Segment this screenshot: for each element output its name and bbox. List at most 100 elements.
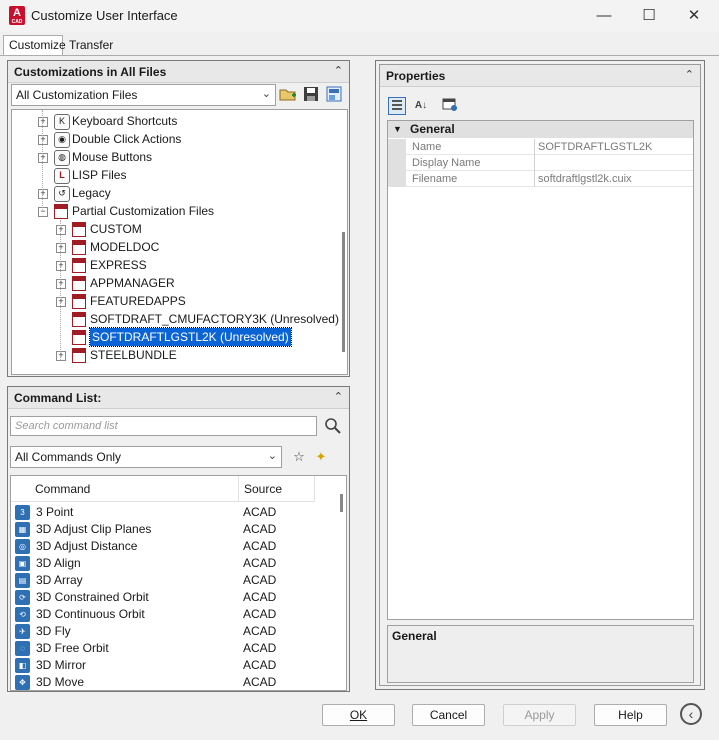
tab-divider bbox=[0, 55, 719, 56]
command-name: 3D Array bbox=[36, 573, 83, 587]
close-button[interactable]: ✕ bbox=[672, 4, 716, 28]
tab-customize[interactable]: Customize bbox=[3, 35, 66, 55]
command-icon: ▦ bbox=[15, 522, 30, 537]
tree-scrollbar-thumb[interactable] bbox=[342, 232, 345, 352]
tree-item[interactable]: + K Keyboard Shortcuts bbox=[12, 112, 337, 130]
title-bar: A CAD Customize User Interface — ☐ ✕ bbox=[0, 0, 719, 32]
collapse-chevron-icon[interactable]: ⌃ bbox=[334, 390, 343, 403]
cuix-icon bbox=[72, 348, 86, 363]
command-row[interactable]: ✥ 3D Move ACAD bbox=[11, 674, 331, 690]
cuix-icon bbox=[54, 204, 68, 219]
property-pages-icon[interactable] bbox=[441, 97, 459, 115]
collapse-panes-icon[interactable]: ‹ bbox=[680, 703, 702, 725]
expand-icon[interactable]: + bbox=[56, 279, 66, 289]
collapse-chevron-icon[interactable]: ⌃ bbox=[334, 64, 343, 77]
property-description: General bbox=[387, 625, 694, 683]
open-folder-icon[interactable] bbox=[279, 86, 297, 104]
tree-item-label: CUSTOM bbox=[90, 222, 142, 236]
collapse-category-icon: ▼ bbox=[393, 124, 402, 134]
property-value[interactable]: SOFTDRAFTLGSTL2K bbox=[534, 139, 693, 155]
mouse-icon: ◍ bbox=[54, 150, 70, 166]
command-row[interactable]: ◎ 3D Adjust Distance ACAD bbox=[11, 538, 331, 555]
property-gutter bbox=[388, 171, 406, 187]
maximize-button[interactable]: ☐ bbox=[627, 4, 671, 28]
command-icon: ◌ bbox=[15, 641, 30, 656]
cuix-icon bbox=[72, 294, 86, 309]
tree-item[interactable]: + ◉ Double Click Actions bbox=[12, 130, 337, 148]
cancel-label: Cancel bbox=[429, 708, 468, 722]
customizations-header: Customizations in All Files ⌃ bbox=[8, 61, 349, 83]
alphabetical-sort-icon[interactable]: A↓ bbox=[412, 97, 430, 115]
tree-item[interactable]: + ↺ Legacy bbox=[12, 184, 337, 202]
column-header-command[interactable]: Command bbox=[11, 476, 239, 502]
tree-item-label: LISP Files bbox=[72, 168, 127, 182]
expand-icon[interactable]: + bbox=[56, 225, 66, 235]
property-value[interactable]: softdraftlgstl2k.cuix bbox=[534, 171, 693, 187]
minimize-icon: — bbox=[596, 7, 612, 24]
command-row[interactable]: ◧ 3D Mirror ACAD bbox=[11, 657, 331, 674]
command-row[interactable]: ▤ 3D Array ACAD bbox=[11, 572, 331, 589]
chevron-down-icon: ⌄ bbox=[267, 450, 277, 462]
legacy-icon: ↺ bbox=[54, 186, 70, 202]
expand-icon[interactable]: + bbox=[38, 153, 48, 163]
tree-item-label: Double Click Actions bbox=[72, 132, 182, 146]
command-row[interactable]: ◌ 3D Free Orbit ACAD bbox=[11, 640, 331, 657]
tree-item[interactable]: + ◍ Mouse Buttons bbox=[12, 148, 337, 166]
command-name: 3D Constrained Orbit bbox=[36, 590, 149, 604]
command-row[interactable]: 3 3 Point ACAD bbox=[11, 504, 331, 521]
command-source: ACAD bbox=[243, 539, 277, 553]
command-icon: ⟳ bbox=[15, 590, 30, 605]
tree-item-label: STEELBUNDLE bbox=[90, 348, 177, 362]
tab-transfer[interactable]: Transfer bbox=[63, 35, 115, 55]
property-row[interactable]: Filename softdraftlgstl2k.cuix bbox=[388, 171, 693, 187]
tree-item-label: FEATUREDAPPS bbox=[90, 294, 186, 308]
property-category-general[interactable]: ▼ General bbox=[388, 121, 693, 138]
property-gutter bbox=[388, 139, 406, 155]
tree-item-label: Legacy bbox=[72, 186, 111, 200]
tree-item-label: MODELDOC bbox=[90, 240, 160, 254]
property-row[interactable]: Display Name bbox=[388, 155, 693, 171]
customizations-panel: Customizations in All Files ⌃ All Custom… bbox=[7, 60, 350, 377]
properties-header: Properties ⌃ bbox=[380, 65, 700, 87]
minimize-button[interactable]: — bbox=[582, 4, 626, 28]
ok-button[interactable]: OK bbox=[322, 704, 395, 726]
command-row[interactable]: ⟳ 3D Constrained Orbit ACAD bbox=[11, 589, 331, 606]
command-filter-dropdown[interactable]: All Commands Only ⌄ bbox=[10, 446, 282, 468]
search-icon[interactable] bbox=[324, 417, 342, 435]
search-command-input[interactable]: Search command list bbox=[10, 416, 317, 436]
properties-title: Properties bbox=[386, 69, 446, 83]
tree-item[interactable]: L LISP Files bbox=[12, 166, 337, 184]
property-row[interactable]: Name SOFTDRAFTLGSTL2K bbox=[388, 139, 693, 155]
cancel-button[interactable]: Cancel bbox=[412, 704, 485, 726]
cuix-icon bbox=[72, 258, 86, 273]
expand-icon[interactable]: + bbox=[56, 261, 66, 271]
autocad-app-icon: A CAD bbox=[9, 6, 25, 25]
collapse-icon[interactable]: − bbox=[38, 207, 48, 217]
expand-icon[interactable]: + bbox=[56, 297, 66, 307]
tree-item[interactable]: − Partial Customization Files bbox=[12, 202, 337, 220]
save-icon[interactable] bbox=[302, 86, 320, 104]
load-partial-icon[interactable] bbox=[325, 86, 343, 104]
new-command-star-icon[interactable]: ✦ bbox=[312, 448, 330, 466]
command-row[interactable]: ⟲ 3D Continuous Orbit ACAD bbox=[11, 606, 331, 623]
apply-button[interactable]: Apply bbox=[503, 704, 576, 726]
column-header-source[interactable]: Source bbox=[239, 476, 315, 502]
customization-files-dropdown[interactable]: All Customization Files ⌄ bbox=[11, 84, 276, 106]
command-row[interactable]: ✈ 3D Fly ACAD bbox=[11, 623, 331, 640]
command-scrollbar-thumb[interactable] bbox=[340, 494, 343, 512]
expand-icon[interactable]: + bbox=[38, 189, 48, 199]
help-button[interactable]: Help bbox=[594, 704, 667, 726]
command-icon: ✥ bbox=[15, 675, 30, 690]
command-row[interactable]: ▣ 3D Align ACAD bbox=[11, 555, 331, 572]
expand-icon[interactable]: + bbox=[38, 135, 48, 145]
expand-icon[interactable]: + bbox=[38, 117, 48, 127]
star-filter-icon[interactable]: ☆ bbox=[290, 448, 308, 466]
expand-icon[interactable]: + bbox=[56, 243, 66, 253]
categorized-view-icon[interactable] bbox=[388, 97, 406, 115]
command-row[interactable]: ▦ 3D Adjust Clip Planes ACAD bbox=[11, 521, 331, 538]
tree-item-label: Partial Customization Files bbox=[72, 204, 215, 218]
collapse-chevron-icon[interactable]: ⌃ bbox=[685, 68, 694, 81]
property-value[interactable] bbox=[534, 155, 693, 171]
expand-icon[interactable]: + bbox=[56, 351, 66, 361]
command-name: 3D Adjust Clip Planes bbox=[36, 522, 152, 536]
